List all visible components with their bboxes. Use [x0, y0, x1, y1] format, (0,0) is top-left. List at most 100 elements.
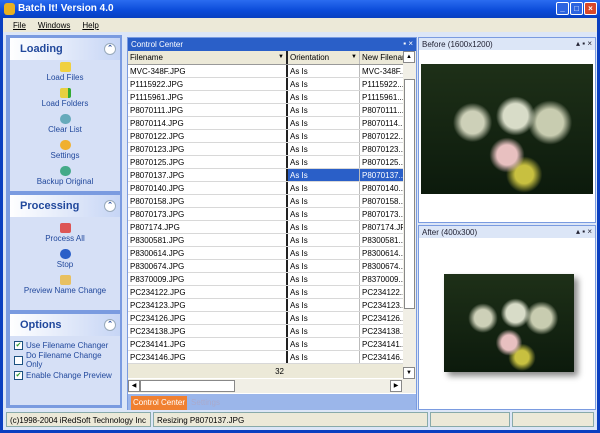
orientation-cell[interactable]: As Is	[288, 221, 360, 233]
orientation-cell[interactable]: As Is	[288, 117, 360, 129]
filename-cell[interactable]: P1115922.JPG	[128, 78, 288, 90]
horizontal-scrollbar[interactable]: ◀ ▶	[128, 379, 416, 393]
new-filename-cell[interactable]: MVC-348F...	[360, 65, 403, 77]
filename-cell[interactable]: P8070122.JPG	[128, 130, 288, 142]
scroll-left-icon[interactable]: ◀	[128, 380, 140, 392]
table-row[interactable]: PC234141.JPG As Is PC234141...	[128, 338, 403, 351]
filename-cell[interactable]: P8070140.JPG	[128, 182, 288, 194]
table-row[interactable]: P8300614.JPG As Is P8300614...	[128, 247, 403, 260]
new-filename-cell[interactable]: P1115961...	[360, 91, 403, 103]
collapse-icon[interactable]: ⌃	[104, 43, 116, 55]
filename-cell[interactable]: P8070158.JPG	[128, 195, 288, 207]
pin-icon[interactable]: ▪	[403, 39, 406, 48]
option-checkbox[interactable]: ✔ Use Filename Changer	[10, 336, 120, 351]
scroll-thumb[interactable]	[140, 380, 235, 392]
table-row[interactable]: P8070125.JPG As Is P8070125...	[128, 156, 403, 169]
table-row[interactable]: PC234126.JPG As Is PC234126...	[128, 312, 403, 325]
new-filename-cell[interactable]: P8070122...	[360, 130, 403, 142]
menu-help[interactable]: Help	[82, 21, 98, 32]
new-filename-cell[interactable]: P807174.JPG	[360, 221, 403, 233]
table-row[interactable]: P807174.JPGAs IsP807174.JPG	[128, 221, 403, 234]
scroll-thumb[interactable]	[404, 79, 415, 309]
scroll-down-icon[interactable]: ▼	[403, 367, 415, 379]
filename-cell[interactable]: P8070123.JPG	[128, 143, 288, 155]
close-panel-icon[interactable]: ×	[408, 39, 413, 48]
new-filename-cell[interactable]: P8070137...	[360, 169, 403, 181]
orientation-cell[interactable]: As Is	[288, 247, 360, 259]
tab-control-center[interactable]: Control Center	[131, 396, 188, 410]
preview-name-change-button[interactable]: Preview Name Change	[10, 273, 120, 299]
filename-cell[interactable]: P8070137.JPG	[128, 169, 288, 181]
filename-cell[interactable]: P1115961.JPG	[128, 91, 288, 103]
new-filename-cell[interactable]: PC234138...	[360, 325, 403, 337]
filename-cell[interactable]: MVC-348F.JPG	[128, 65, 288, 77]
orientation-cell[interactable]: As Is	[288, 104, 360, 116]
orientation-cell[interactable]: As Is	[288, 91, 360, 103]
new-filename-cell[interactable]: PC234123...	[360, 299, 403, 311]
new-filename-cell[interactable]: P8370009...	[360, 273, 403, 285]
close-button[interactable]: ×	[584, 2, 597, 15]
new-filename-cell[interactable]: P1115922...	[360, 78, 403, 90]
orientation-cell[interactable]: As Is	[288, 156, 360, 168]
table-row[interactable]: P1115922.JPG As Is P1115922...	[128, 78, 403, 91]
new-filename-cell[interactable]: P8070125...	[360, 156, 403, 168]
table-row[interactable]: P8070111.JPG As Is P8070111...	[128, 104, 403, 117]
filename-cell[interactable]: PC234123.JPG	[128, 299, 288, 311]
checkbox-icon[interactable]	[14, 355, 23, 365]
orientation-cell[interactable]: As Is	[288, 286, 360, 298]
orientation-cell[interactable]: As Is	[288, 208, 360, 220]
filename-cell[interactable]: P8070114.JPG	[128, 117, 288, 129]
new-filename-cell[interactable]: P8070140...	[360, 182, 403, 194]
orientation-cell[interactable]: As Is	[288, 325, 360, 337]
table-row[interactable]: P8070140.JPG As Is P8070140...	[128, 182, 403, 195]
pane-controls-icon[interactable]: ▴ ▪ ×	[576, 227, 592, 236]
orientation-cell[interactable]: As Is	[288, 312, 360, 324]
tab-settings[interactable]: Settings	[189, 396, 222, 410]
new-filename-cell[interactable]: PC234146...	[360, 351, 403, 363]
new-filename-cell[interactable]: PC234122...	[360, 286, 403, 298]
filename-cell[interactable]: PC234122.JPG	[128, 286, 288, 298]
table-row[interactable]: P8300581.JPG As Is P8300581...	[128, 234, 403, 247]
table-row[interactable]: P8070123.JPG As Is P8070123...	[128, 143, 403, 156]
orientation-cell[interactable]: As Is	[288, 234, 360, 246]
new-filename-cell[interactable]: P8300614...	[360, 247, 403, 259]
process-all-button[interactable]: Process All	[10, 221, 120, 247]
orientation-cell[interactable]: As Is	[288, 169, 360, 181]
menu-file[interactable]: File	[13, 21, 26, 32]
scroll-right-icon[interactable]: ▶	[390, 380, 402, 392]
new-filename-cell[interactable]: P8070123...	[360, 143, 403, 155]
table-row[interactable]: P8070173.JPG As Is P8070173...	[128, 208, 403, 221]
table-row[interactable]: P8300674.JPG As Is P8300674...	[128, 260, 403, 273]
table-row[interactable]: PC234138.JPG As Is PC234138...	[128, 325, 403, 338]
column-header-new-filename[interactable]: New Filename	[360, 51, 403, 64]
vertical-scrollbar[interactable]: ▲ ▼	[403, 51, 416, 381]
new-filename-cell[interactable]: P8300581...	[360, 234, 403, 246]
orientation-cell[interactable]: As Is	[288, 130, 360, 142]
load-files-button[interactable]: Load Files	[10, 60, 120, 86]
maximize-button[interactable]: □	[570, 2, 583, 15]
table-row[interactable]: P8070114.JPG As Is P8070114...	[128, 117, 403, 130]
table-row[interactable]: P8070158.JPG As Is P8070158...	[128, 195, 403, 208]
settings-button[interactable]: Settings	[10, 138, 120, 164]
scroll-up-icon[interactable]: ▲	[403, 51, 415, 63]
orientation-cell[interactable]: As Is	[288, 299, 360, 311]
new-filename-cell[interactable]: P8070158...	[360, 195, 403, 207]
collapse-icon[interactable]: ⌃	[104, 200, 116, 212]
new-filename-cell[interactable]: PC234141...	[360, 338, 403, 350]
orientation-cell[interactable]: As Is	[288, 338, 360, 350]
load-folders-button[interactable]: Load Folders	[10, 86, 120, 112]
table-row[interactable]: PC234122.JPG As Is PC234122...	[128, 286, 403, 299]
table-row[interactable]: PC234123.JPG As Is PC234123...	[128, 299, 403, 312]
filename-cell[interactable]: P8070111.JPG	[128, 104, 288, 116]
filename-cell[interactable]: PC234146.JPG	[128, 351, 288, 363]
clear-list-button[interactable]: Clear List	[10, 112, 120, 138]
column-header-orientation[interactable]: Orientation ▼	[288, 51, 360, 64]
filename-cell[interactable]: P8300674.JPG	[128, 260, 288, 272]
stop-button[interactable]: Stop	[10, 247, 120, 273]
orientation-cell[interactable]: As Is	[288, 78, 360, 90]
checkbox-icon[interactable]: ✔	[14, 340, 23, 350]
filename-cell[interactable]: P8300581.JPG	[128, 234, 288, 246]
menu-windows[interactable]: Windows	[38, 21, 70, 32]
new-filename-cell[interactable]: PC234126...	[360, 312, 403, 324]
orientation-cell[interactable]: As Is	[288, 182, 360, 194]
